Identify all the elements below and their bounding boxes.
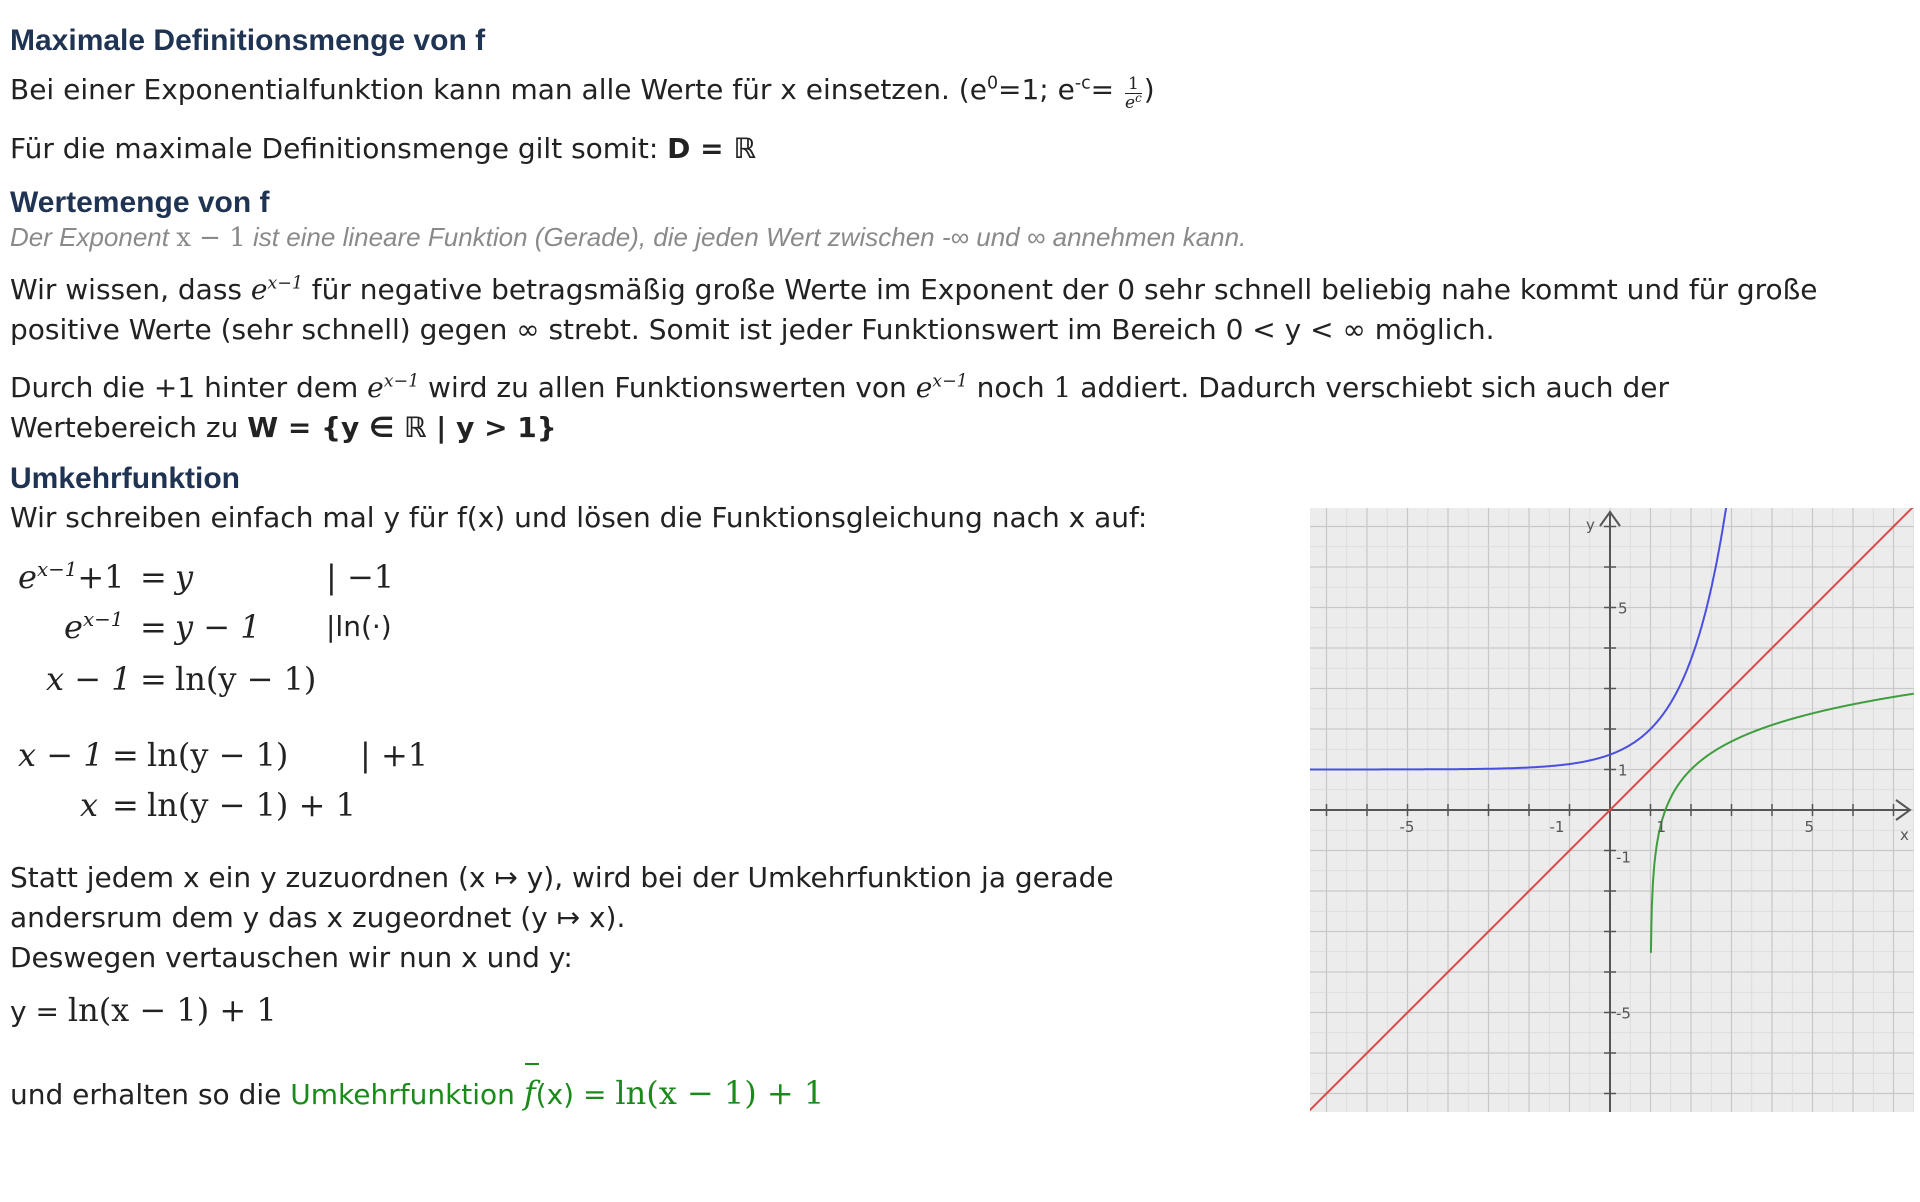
equation-row-4-eq: = — [112, 736, 139, 774]
x-tick-label: -5 — [1400, 818, 1415, 836]
x-tick-label: -1 — [1550, 818, 1565, 836]
def-close: ) — [1143, 73, 1155, 106]
exp-sup: x−1 — [267, 273, 303, 294]
x-axis-label: x — [1900, 826, 1909, 844]
page: Maximale Definitionsmenge von f Bei eine… — [0, 0, 1920, 1202]
equation-row-1-eq: = — [140, 558, 167, 596]
x-tick-label: 5 — [1805, 818, 1815, 836]
swap-line-2: andersrum dem y das x zugeordnet (y ↦ x)… — [10, 901, 626, 934]
exp-base: e — [915, 371, 933, 404]
heading-definitionsmenge: Maximale Definitionsmenge von f — [10, 24, 486, 57]
wertemenge-paragraph-1-line-2: positive Werte (sehr schnell) gegen ∞ st… — [10, 313, 1495, 346]
equation-row-3-rhs: ln(y − 1) — [175, 660, 317, 698]
equation-row-2: ex−1 — [64, 608, 123, 646]
equation-row-3-eq: = — [140, 660, 167, 698]
equation-row-1-op: | −1 — [326, 558, 395, 596]
def-line2-text: Für die maximale Definitionsmenge gilt s… — [10, 132, 668, 165]
fraction-den-sup: c — [1135, 91, 1142, 106]
y-tick-label: -5 — [1616, 1005, 1631, 1023]
exp-expression: ex−1 — [367, 371, 419, 404]
equation-row-4-op: | +1 — [360, 736, 429, 774]
p2-line2-text: Wertebereich zu — [10, 411, 248, 444]
equation-row-2-eq: = — [140, 608, 167, 646]
p2-text-d: addiert. Dadurch verschiebt sich auch de… — [1071, 371, 1669, 404]
exp-sup: x−1 — [383, 371, 420, 392]
p2-one: 1 — [1053, 371, 1072, 404]
definition-line-2: Für die maximale Definitionsmenge gilt s… — [10, 129, 756, 169]
wertemenge-paragraph-1-line-1: Wir wissen, dass ex−1 für negative betra… — [10, 270, 1818, 310]
final-fx: (x) = — [535, 1078, 616, 1111]
function-graph: x y -5 -1 1 5 5 1 -1 -5 — [1310, 508, 1914, 1112]
x-tick-label: 1 — [1657, 818, 1667, 836]
y-axis-label: y — [1586, 516, 1595, 534]
fraction-den-base: e — [1125, 93, 1136, 114]
swapped-rhs: ln(x − 1) + 1 — [67, 991, 277, 1029]
wertemenge-note: Der Exponent x − 1 ist eine lineare Funk… — [10, 222, 1246, 253]
p2-text-a: Durch die +1 hinter dem — [10, 371, 368, 404]
definition-line-1: Bei einer Exponentialfunktion kann man a… — [10, 70, 1155, 112]
note-math: x − 1 — [176, 223, 246, 253]
exp-expression: ex−1 — [251, 273, 303, 306]
note-text-b: ist eine lineare Funktion (Gerade), die … — [245, 222, 1247, 252]
p2-text-c: noch — [967, 371, 1054, 404]
wertemenge-paragraph-2-line-1: Durch die +1 hinter dem ex−1 wird zu all… — [10, 368, 1669, 408]
equation-row-2-op: |ln(·) — [326, 610, 392, 643]
p1-text-a: Wir wissen, dass — [10, 273, 251, 306]
f-bar-symbol: f — [523, 1063, 539, 1112]
equation-row-5-eq: = — [112, 786, 139, 824]
equation-row-4-lhs: x − 1 — [18, 736, 104, 774]
exp-base: e — [367, 371, 384, 404]
eq-r1-plus: +1 — [77, 558, 125, 596]
note-text-a: Der Exponent — [10, 222, 177, 252]
final-result-line: und erhalten so die Umkehrfunktion f(x) … — [10, 1063, 825, 1115]
umkehr-intro: Wir schreiben einfach mal y für f(x) und… — [10, 501, 1148, 534]
wertemenge-paragraph-2-line-2: Wertebereich zu W = {y ∈ ℝ | y > 1} — [10, 408, 557, 448]
def-text: Bei einer Exponentialfunktion kann man a… — [10, 73, 987, 106]
eq-r2-sup: x−1 — [82, 608, 124, 632]
equation-row-1: ex−1+1 — [18, 558, 125, 596]
def-eq: = — [1090, 73, 1115, 106]
definition-set-result: D = ℝ — [667, 132, 756, 165]
umkehrfunktion-label: Umkehrfunktion — [290, 1078, 524, 1111]
equation-row-1-rhs: y — [175, 558, 194, 596]
equation-row-3-lhs: x − 1 — [46, 660, 132, 698]
exp-sup: x−1 — [932, 371, 968, 392]
def-sup-zero: 0 — [986, 73, 998, 94]
heading-umkehrfunktion: Umkehrfunktion — [10, 462, 241, 495]
exp-expression: ex−1 — [916, 371, 968, 404]
fraction-denominator: ec — [1125, 91, 1142, 114]
eq-r1-base: e — [18, 558, 37, 596]
eq-r1-sup: x−1 — [36, 558, 78, 582]
swap-line-3: Deswegen vertauschen wir nun x und y: — [10, 941, 573, 974]
y-tick-label: -1 — [1616, 849, 1631, 867]
swapped-equation: y = ln(x − 1) + 1 — [10, 990, 277, 1032]
final-rhs: ln(x − 1) + 1 — [615, 1074, 825, 1112]
exp-base: e — [250, 273, 268, 306]
final-text: und erhalten so die — [10, 1078, 291, 1111]
y-tick-label: 1 — [1618, 762, 1628, 780]
def-mid: =1; e — [997, 73, 1075, 106]
swap-line-1: Statt jedem x ein y zuzuordnen (x ↦ y), … — [10, 861, 1114, 894]
equation-row-5-lhs: x — [80, 786, 99, 824]
p2-text-b: wird zu allen Funktionswerten von — [419, 371, 916, 404]
range-set-result: W = {y ∈ ℝ | y > 1} — [247, 411, 557, 444]
heading-wertemenge: Wertemenge von f — [10, 186, 270, 219]
p1-text-b: für negative betragsmäßig große Werte im… — [302, 273, 1818, 306]
def-sup-minus-c: -c — [1074, 73, 1091, 94]
y-tick-label: 5 — [1618, 600, 1628, 618]
equation-row-5-rhs: ln(y − 1) + 1 — [147, 786, 356, 824]
eq-r2-base: e — [64, 608, 83, 646]
fraction-one-over-e-c: 1 ec — [1125, 75, 1142, 112]
equation-row-4-rhs: ln(y − 1) — [147, 736, 289, 774]
swapped-lhs: y = — [10, 995, 68, 1028]
equation-row-2-rhs: y − 1 — [175, 608, 261, 646]
